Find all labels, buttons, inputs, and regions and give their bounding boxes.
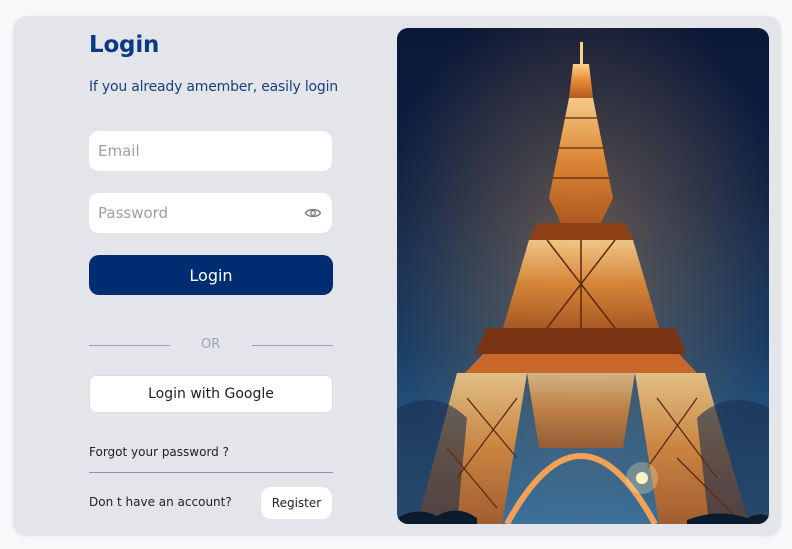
google-login-button[interactable]: Login with Google — [89, 375, 333, 413]
password-field[interactable] — [89, 193, 332, 233]
no-account-text: Don t have an account? — [89, 495, 232, 509]
register-button[interactable]: Register — [261, 487, 332, 519]
eiffel-tower-illustration — [397, 28, 769, 524]
forgot-password-link[interactable]: Forgot your password ? — [89, 445, 229, 459]
email-input[interactable] — [89, 131, 332, 171]
divider-or-text: OR — [201, 337, 221, 352]
footer-divider — [89, 472, 333, 473]
eiffel-tower-image — [397, 28, 769, 524]
eye-icon[interactable] — [304, 205, 322, 221]
password-input[interactable] — [89, 193, 332, 233]
divider-right — [252, 345, 333, 346]
page-title: Login — [89, 32, 160, 58]
login-card: Login If you already amember, easily log… — [13, 16, 781, 536]
page-subtitle: If you already amember, easily login — [89, 79, 338, 95]
login-button[interactable]: Login — [89, 255, 333, 295]
email-field[interactable] — [89, 131, 332, 171]
divider-left — [89, 345, 170, 346]
